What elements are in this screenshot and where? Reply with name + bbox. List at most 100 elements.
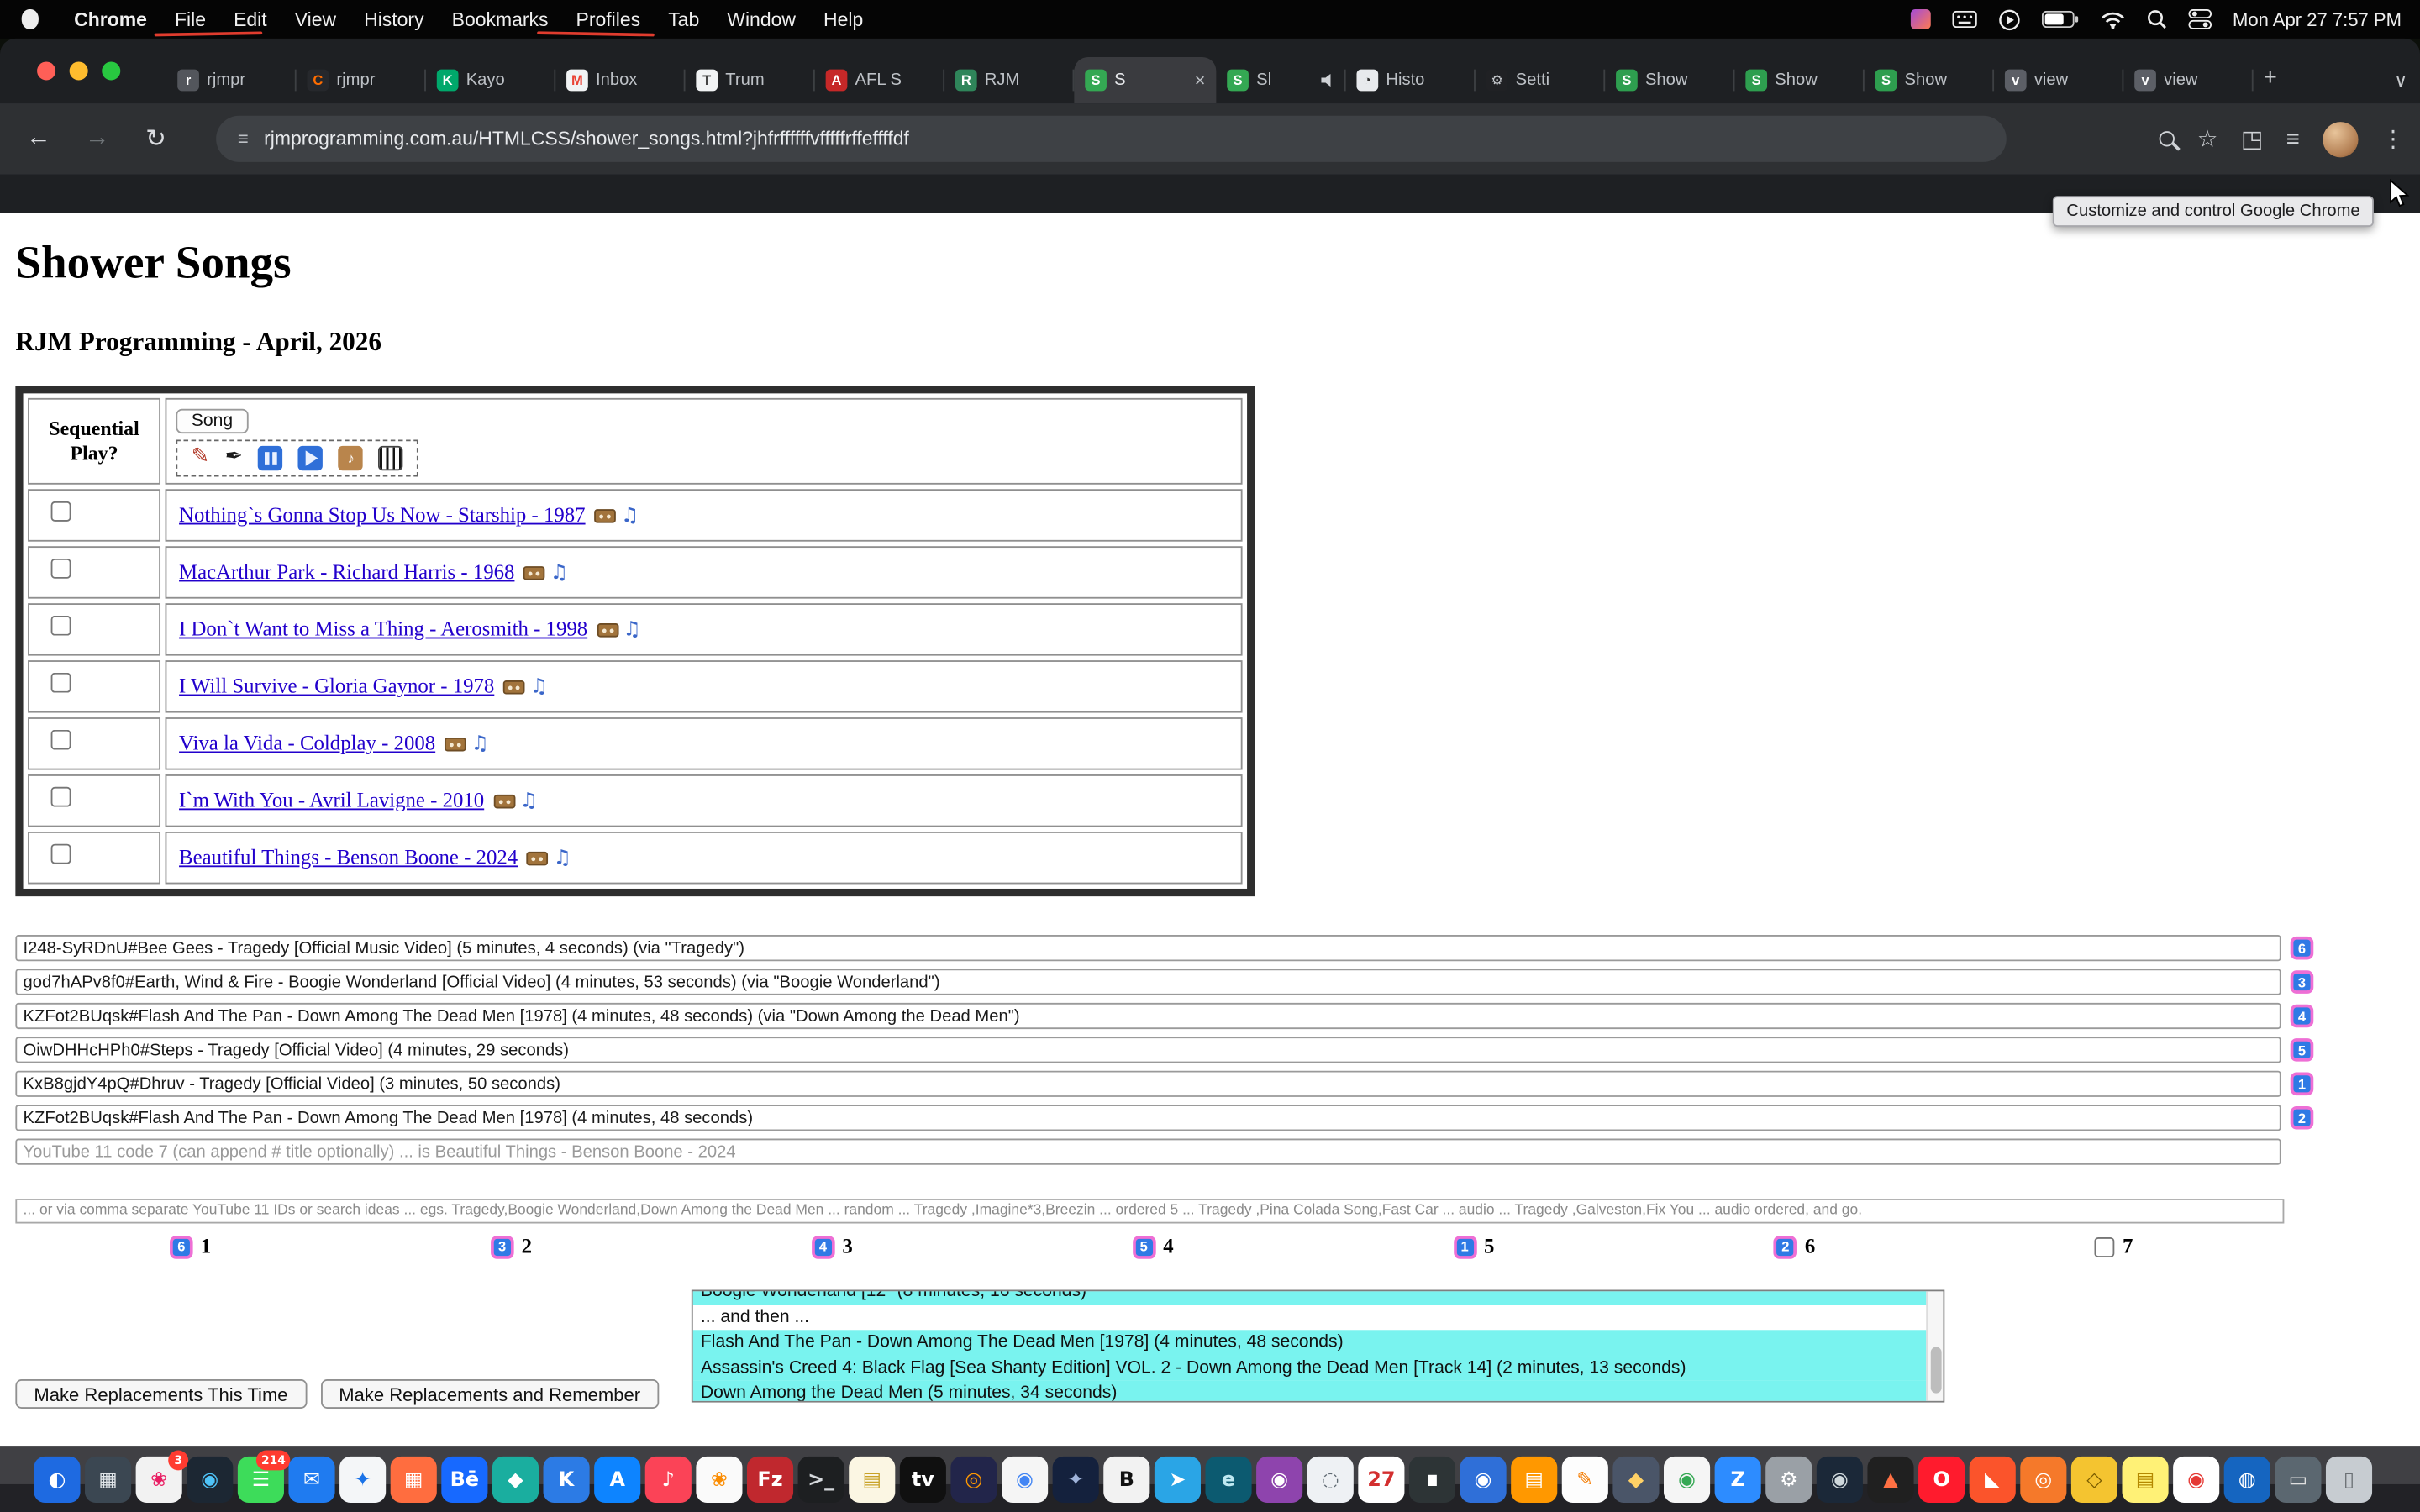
browser-tab[interactable]: S S × xyxy=(1074,57,1216,103)
sequential-play-checkbox[interactable] xyxy=(51,844,71,864)
play-icon[interactable] xyxy=(298,446,323,470)
dock-photos-2[interactable]: ❀ xyxy=(696,1457,742,1503)
sequential-play-checkbox[interactable] xyxy=(51,787,71,807)
dock-pages[interactable]: ✎ xyxy=(1562,1457,1608,1503)
browser-tab[interactable]: v view xyxy=(2123,57,2253,103)
make-replacements-button[interactable]: Make Replacements This Time xyxy=(15,1379,306,1409)
browser-tab[interactable]: S Show xyxy=(1605,57,1734,103)
dock-steam[interactable]: ◉ xyxy=(1817,1457,1863,1503)
dock-apple-tv[interactable]: tv xyxy=(900,1457,946,1503)
zoom-icon[interactable] xyxy=(2159,131,2174,146)
dock-filezilla[interactable]: Fz xyxy=(747,1457,793,1503)
forward-button[interactable]: → xyxy=(77,118,118,159)
sequential-play-checkbox[interactable] xyxy=(51,501,71,522)
new-tab-button[interactable]: + xyxy=(2254,60,2287,94)
tab-search-chevron-icon[interactable]: ∨ xyxy=(2394,70,2407,92)
dock-music[interactable]: ♪ xyxy=(645,1457,692,1503)
browser-tab[interactable]: r rjmpr xyxy=(166,57,296,103)
youtube-code-input[interactable] xyxy=(15,1071,2281,1097)
sequential-play-checkbox[interactable] xyxy=(51,730,71,750)
song-link[interactable]: MacArthur Park - Richard Harris - 1968 xyxy=(179,560,514,584)
song-link[interactable]: I Don`t Want to Miss a Thing - Aerosmith… xyxy=(179,617,587,641)
bookmark-star-icon[interactable]: ☆ xyxy=(2197,128,2218,151)
menu-item[interactable]: Bookmarks xyxy=(438,8,562,30)
screen-mirroring-icon[interactable] xyxy=(1998,8,2020,30)
dock-mail[interactable]: ✉ xyxy=(288,1457,334,1503)
dock-utility[interactable]: ∎ xyxy=(1409,1457,1455,1503)
browser-tab[interactable]: S Sl xyxy=(1216,57,1345,103)
dock-safari[interactable]: ✦ xyxy=(339,1457,386,1503)
reload-button[interactable]: ↻ xyxy=(136,118,176,159)
browser-tab[interactable]: v view xyxy=(1994,57,2123,103)
menu-item[interactable]: File xyxy=(160,8,219,30)
browser-tab[interactable]: ◔ Histo xyxy=(1346,57,1476,103)
dock-launchpad[interactable]: ▦ xyxy=(85,1457,131,1503)
dock-chrome[interactable]: ◉ xyxy=(1002,1457,1048,1503)
dock-blender[interactable]: ◎ xyxy=(2020,1457,2066,1503)
listbox-option[interactable]: Assassin's Creed 4: Black Flag [Sea Shan… xyxy=(693,1356,1928,1381)
order-checkbox[interactable] xyxy=(2095,1236,2115,1257)
dock-behance[interactable]: Bē xyxy=(441,1457,487,1503)
menu-item[interactable]: Window xyxy=(713,8,810,30)
menu-item[interactable]: Help xyxy=(809,8,876,30)
browser-tab[interactable]: S Show xyxy=(1865,57,1994,103)
dock-calendar[interactable]: 27 xyxy=(1358,1457,1404,1503)
song-link[interactable]: Beautiful Things - Benson Boone - 2024 xyxy=(179,846,518,869)
dock-teal-app[interactable]: ◆ xyxy=(492,1457,539,1503)
dock-podcasts[interactable]: ◉ xyxy=(1256,1457,1302,1503)
tab-close-icon[interactable]: × xyxy=(1195,71,1206,89)
dock-trash[interactable]: ▯ xyxy=(2326,1457,2372,1503)
dock-terminal[interactable]: >_ xyxy=(798,1457,844,1503)
dock-camera[interactable]: ◉ xyxy=(1460,1457,1507,1503)
ink-brush-icon[interactable]: ✒ xyxy=(225,448,244,470)
dock-preview[interactable]: ◌ xyxy=(1307,1457,1354,1503)
dock-finder[interactable]: ◐ xyxy=(34,1457,80,1503)
song-button[interactable]: Song xyxy=(176,409,248,433)
search-ideas-input[interactable] xyxy=(15,1198,2284,1222)
browser-tab[interactable]: S Show xyxy=(1734,57,1864,103)
dock-keynote[interactable]: K xyxy=(544,1457,590,1503)
listbox-option[interactable]: Flash And The Pan - Down Among The Dead … xyxy=(693,1330,1928,1355)
extensions-icon[interactable]: ◳ xyxy=(2241,128,2263,151)
pause-icon[interactable] xyxy=(259,446,283,470)
dock-brave[interactable]: ◣ xyxy=(1970,1457,2016,1503)
listbox-option[interactable]: ... and then ... xyxy=(693,1305,1928,1330)
dock-pin[interactable]: ◉ xyxy=(2173,1457,2219,1503)
scrollbar-thumb[interactable] xyxy=(1931,1347,1942,1393)
media-controls-icon[interactable]: ≡ xyxy=(2286,128,2300,151)
dock-photos[interactable]: ❀ 3 xyxy=(136,1457,182,1503)
browser-tab[interactable]: C rjmpr xyxy=(297,57,426,103)
menu-item[interactable]: View xyxy=(281,8,350,30)
song-link[interactable]: I Will Survive - Gloria Gaynor - 1978 xyxy=(179,675,494,698)
browser-tab[interactable]: K Kayo xyxy=(426,57,555,103)
make-replacements-remember-button[interactable]: Make Replacements and Remember xyxy=(320,1379,659,1409)
youtube-code-input[interactable] xyxy=(15,969,2281,995)
song-link[interactable]: I`m With You - Avril Lavigne - 2010 xyxy=(179,789,484,812)
dock-settings[interactable]: ⚙ xyxy=(1765,1457,1812,1503)
dock-chrome-2[interactable]: ◉ xyxy=(1664,1457,1710,1503)
radio-icon[interactable]: ♪ xyxy=(339,446,363,470)
dock-ide[interactable]: ✦ xyxy=(1053,1457,1099,1503)
youtube-code-input[interactable] xyxy=(15,1105,2281,1131)
menu-item[interactable]: Tab xyxy=(655,8,713,30)
apple-menu-icon[interactable] xyxy=(22,9,39,29)
dock-appstore[interactable]: A xyxy=(594,1457,640,1503)
app-status-icon[interactable] xyxy=(1910,9,1930,29)
sequential-play-checkbox[interactable] xyxy=(51,559,71,579)
dock-messages[interactable]: ☰ 214 xyxy=(238,1457,284,1503)
browser-tab[interactable]: A AFL S xyxy=(815,57,944,103)
dock-stickies[interactable]: ▤ xyxy=(2123,1457,2169,1503)
dock-siri[interactable]: ◉ xyxy=(187,1457,233,1503)
site-info-icon[interactable]: ≡ xyxy=(238,128,249,150)
browser-tab[interactable]: ⚙ Setti xyxy=(1476,57,1605,103)
close-window-button[interactable] xyxy=(37,61,55,80)
youtube-code-input[interactable] xyxy=(15,1139,2281,1165)
menu-item[interactable]: Chrome xyxy=(60,8,161,30)
piano-icon[interactable] xyxy=(379,446,403,470)
dock-notes[interactable]: ▤ xyxy=(849,1457,895,1503)
kebab-menu-icon[interactable]: ⋮ xyxy=(2381,128,2405,151)
dock-disk[interactable]: ◍ xyxy=(2224,1457,2270,1503)
song-link[interactable]: Nothing`s Gonna Stop Us Now - Starship -… xyxy=(179,503,586,527)
dock-opera[interactable]: O xyxy=(1918,1457,1965,1503)
dock-b-app[interactable]: B xyxy=(1103,1457,1150,1503)
